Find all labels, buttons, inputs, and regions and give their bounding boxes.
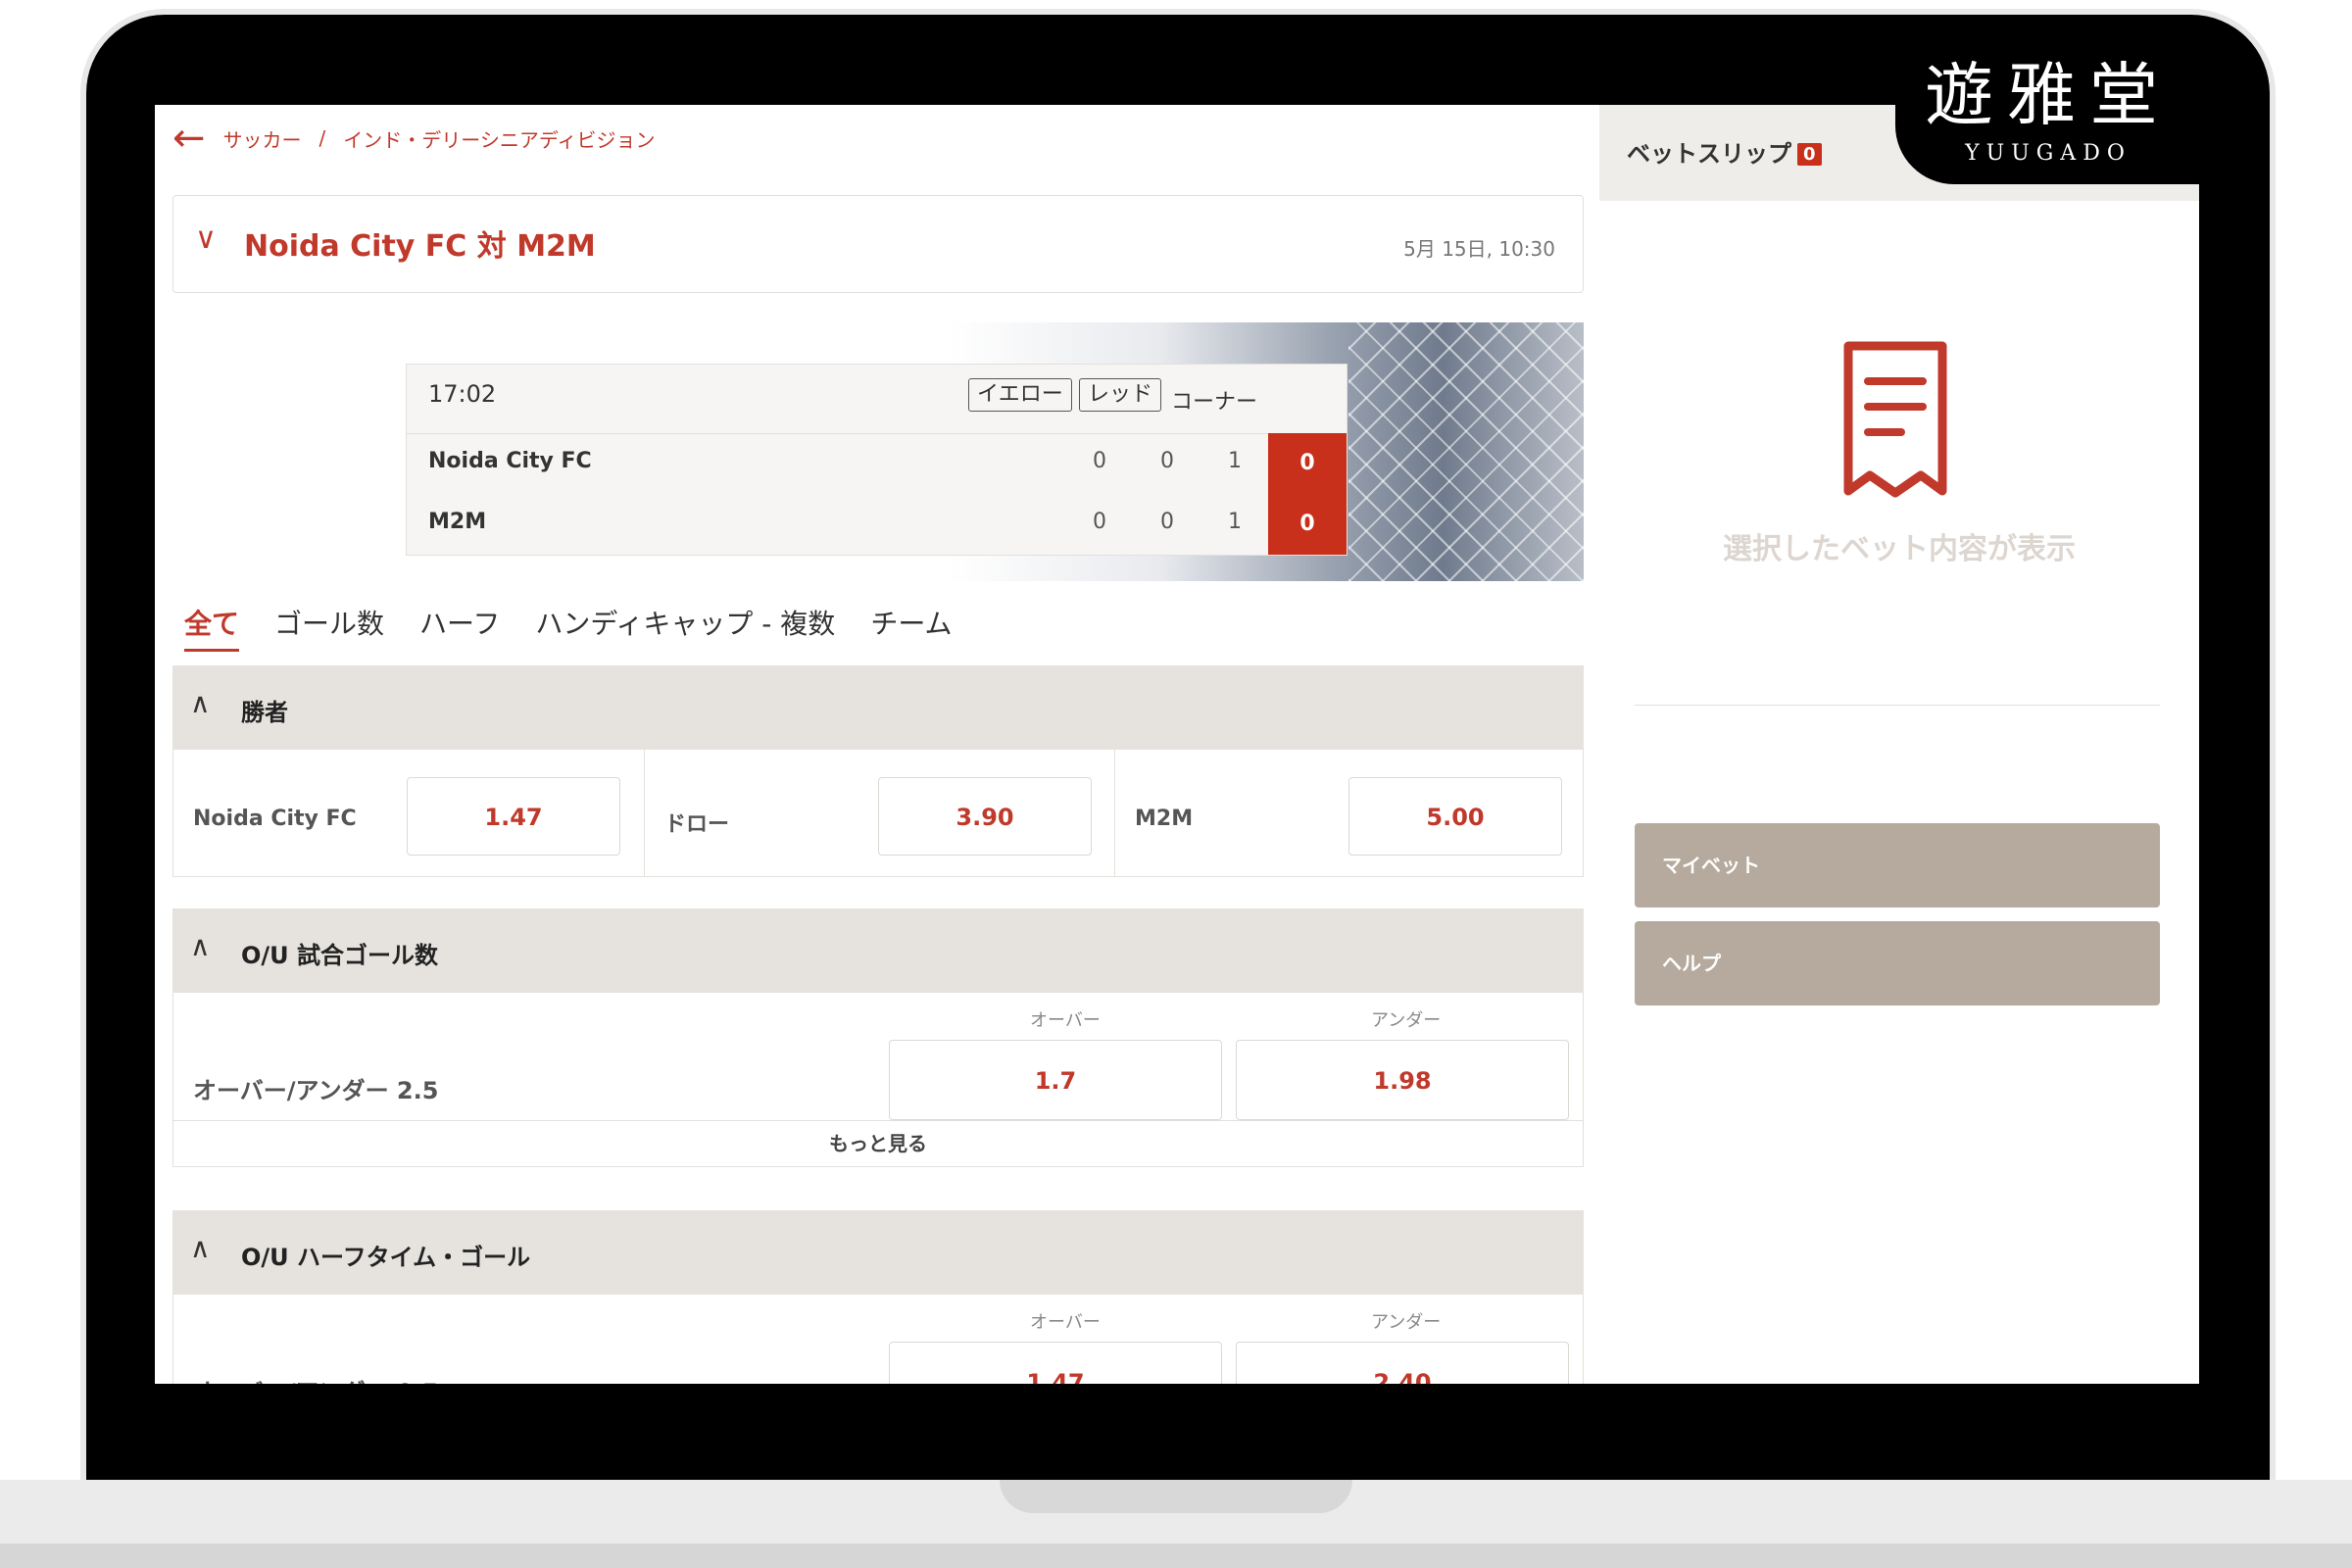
ou-total-market: オーバー アンダー オーバー/アンダー 2.5 1.7 1.98 もっと見る: [172, 993, 1584, 1167]
laptop-base-edge: [0, 1544, 2352, 1568]
back-arrow-icon[interactable]: ←: [172, 119, 206, 158]
red-count: 0: [1160, 449, 1174, 473]
scoreboard-header: 17:02 イエロー レッド コーナー: [407, 365, 1347, 434]
section-title: O/U ハーフタイム・ゴール: [241, 1244, 531, 1271]
tab-handicap[interactable]: ハンディキャップ - 複数: [535, 603, 835, 652]
odds-button[interactable]: 1.47: [407, 777, 620, 856]
team-score: 0: [1268, 433, 1347, 494]
odds-button[interactable]: 5.00: [1348, 777, 1562, 856]
market-tabs: 全て ゴール数 ハーフ ハンディキャップ - 複数 チーム: [184, 603, 987, 652]
match-header[interactable]: ∨ Noida City FC 対 M2M 5月 15日, 10:30: [172, 195, 1584, 293]
ou-line-label: オーバー/アンダー 2.5: [193, 1077, 439, 1104]
ou-line-label: オーバー/アンダー 0.5: [193, 1373, 438, 1384]
over-column-label: オーバー: [1030, 1010, 1101, 1031]
yellow-card-label: イエロー: [968, 378, 1072, 412]
section-header-ou-half[interactable]: ∧ O/U ハーフタイム・ゴール: [172, 1210, 1584, 1295]
my-bets-button[interactable]: マイベット: [1635, 823, 2160, 907]
outcome-cell: Noida City FC 1.47: [173, 750, 644, 876]
show-more-button[interactable]: もっと見る: [173, 1120, 1583, 1166]
betslip-empty-message: 選択したベット内容が表示: [1723, 532, 2076, 566]
tab-team[interactable]: チーム: [870, 603, 952, 652]
betslip-title: ベットスリップ 0: [1627, 134, 1822, 169]
betslip-count-badge: 0: [1797, 143, 1822, 166]
corner-label: コーナー: [1171, 390, 1258, 415]
outcome-cell: M2M 5.00: [1114, 750, 1585, 876]
breadcrumb-separator: /: [318, 126, 326, 150]
over-odds-button[interactable]: 1.47: [889, 1342, 1222, 1384]
team-score: 0: [1268, 494, 1347, 555]
yellow-count: 0: [1093, 510, 1106, 534]
breadcrumb: ← サッカー / インド・デリーシニアディビジョン: [172, 119, 655, 158]
winner-market: Noida City FC 1.47 ドロー 3.90 M2M 5.00: [172, 750, 1584, 877]
outcome-label: Noida City FC: [193, 807, 357, 831]
scoreboard-row: Noida City FC 0 0 1 0: [407, 433, 1347, 494]
tab-half[interactable]: ハーフ: [419, 603, 500, 652]
tab-goals[interactable]: ゴール数: [274, 603, 384, 652]
scoreboard: 17:02 イエロー レッド コーナー Noida City FC 0 0 1 …: [406, 364, 1348, 556]
section-header-ou-total[interactable]: ∧ O/U 試合ゴール数: [172, 908, 1584, 993]
goal-net-graphic: [1348, 322, 1584, 581]
laptop-notch: [1000, 1480, 1352, 1513]
logo-roman: YUUGADO: [1965, 141, 2132, 166]
red-count: 0: [1160, 510, 1174, 534]
logo-kanji: 遊雅堂: [1925, 55, 2172, 135]
screen: ← サッカー / インド・デリーシニアディビジョン ∨ Noida City F…: [155, 105, 2199, 1384]
over-odds-button[interactable]: 1.7: [889, 1040, 1222, 1120]
team-name: M2M: [428, 510, 487, 534]
odds-button[interactable]: 3.90: [878, 777, 1092, 856]
betslip-title-text: ベットスリップ: [1627, 140, 1791, 168]
under-column-label: アンダー: [1371, 1010, 1442, 1031]
corner-count: 1: [1228, 449, 1242, 473]
match-datetime: 5月 15日, 10:30: [1403, 237, 1555, 261]
divider: [1635, 705, 2160, 706]
brand-logo: 遊雅堂 YUUGADO: [1895, 39, 2201, 184]
section-title: O/U 試合ゴール数: [241, 942, 439, 969]
outcome-cell: ドロー 3.90: [644, 750, 1114, 876]
outcome-label: M2M: [1135, 807, 1194, 831]
help-button[interactable]: ヘルプ: [1635, 921, 2160, 1005]
over-column-label: オーバー: [1030, 1312, 1101, 1333]
tab-all[interactable]: 全て: [184, 603, 240, 652]
red-card-label: レッド: [1079, 378, 1162, 412]
chevron-up-icon[interactable]: ∧: [190, 930, 211, 962]
outcome-label: ドロー: [664, 812, 730, 837]
ou-half-market: オーバー アンダー オーバー/アンダー 0.5 1.47 2.40: [172, 1295, 1584, 1384]
section-title: 勝者: [241, 699, 288, 726]
under-column-label: アンダー: [1371, 1312, 1442, 1333]
section-header-winner[interactable]: ∧ 勝者: [172, 665, 1584, 750]
yellow-count: 0: [1093, 449, 1106, 473]
breadcrumb-sport[interactable]: サッカー: [223, 124, 302, 153]
match-clock: 17:02: [428, 380, 497, 408]
chevron-up-icon[interactable]: ∧: [190, 1232, 211, 1264]
under-odds-button[interactable]: 2.40: [1236, 1342, 1569, 1384]
corner-count: 1: [1228, 510, 1242, 534]
scoreboard-row: M2M 0 0 1 0: [407, 494, 1347, 555]
chevron-up-icon[interactable]: ∧: [190, 687, 211, 719]
chevron-down-icon[interactable]: ∨: [195, 221, 217, 256]
team-name: Noida City FC: [428, 449, 592, 473]
under-odds-button[interactable]: 1.98: [1236, 1040, 1569, 1120]
receipt-icon: [1843, 341, 1947, 498]
breadcrumb-league[interactable]: インド・デリーシニアディビジョン: [343, 124, 655, 153]
match-title: Noida City FC 対 M2M: [244, 229, 596, 264]
